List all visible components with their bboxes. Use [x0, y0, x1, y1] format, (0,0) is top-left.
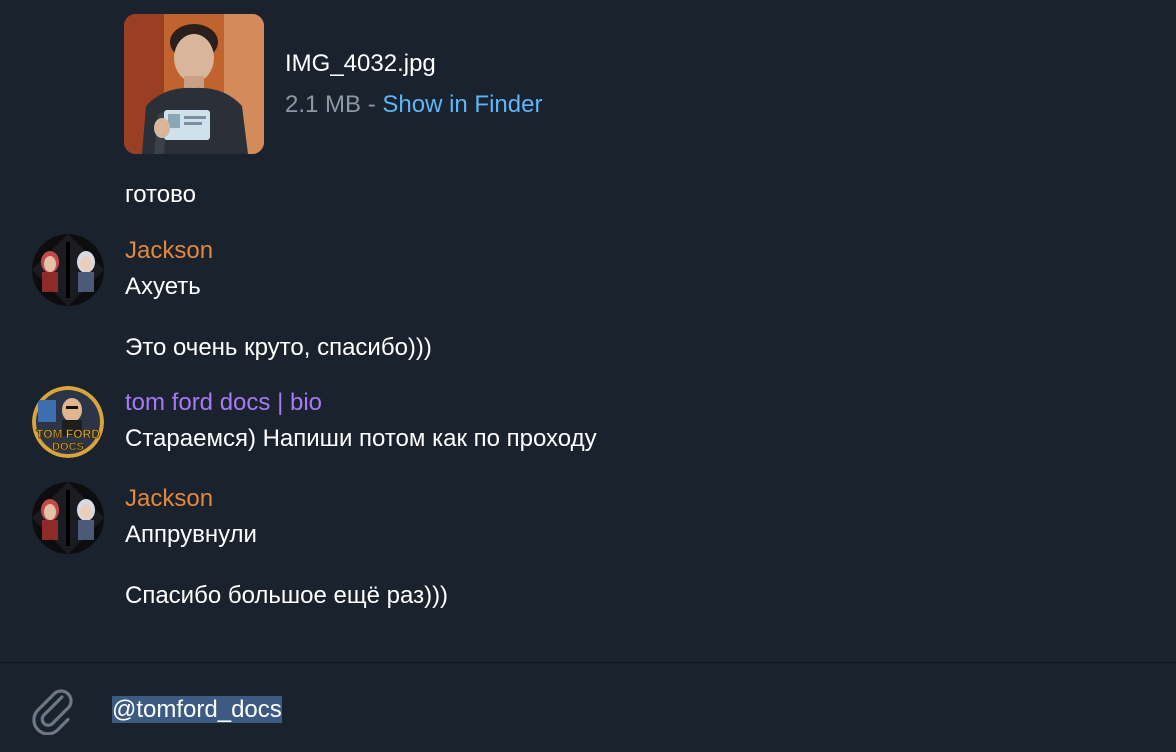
- file-meta: 2.1 MB - Show in Finder: [285, 91, 542, 119]
- file-meta-separator: -: [361, 91, 383, 118]
- message-text: Ахуеть: [125, 273, 201, 300]
- message-author[interactable]: Jackson: [125, 485, 213, 513]
- image-thumbnail[interactable]: [124, 14, 264, 154]
- message-text: Стараемся) Напиши потом как по проходу: [125, 425, 597, 452]
- message-text: Аппрувнули: [125, 521, 257, 548]
- avatar[interactable]: [32, 482, 104, 554]
- svg-text:DOCS: DOCS: [52, 441, 84, 453]
- message-author[interactable]: Jackson: [125, 237, 213, 265]
- message-author[interactable]: tom ford docs | bio: [125, 389, 322, 417]
- avatar[interactable]: TOM FORD DOCS: [32, 386, 104, 458]
- show-in-finder-link[interactable]: Show in Finder: [382, 91, 542, 118]
- message-input[interactable]: @tomford_docs: [112, 696, 282, 724]
- file-size: 2.1 MB: [285, 91, 362, 118]
- avatar[interactable]: [32, 234, 104, 306]
- chat-history: IMG_4032.jpg 2.1 MB - Show in Finder гот…: [0, 0, 1176, 662]
- selected-input-text[interactable]: @tomford_docs: [112, 696, 282, 723]
- paperclip-icon[interactable]: [28, 685, 78, 736]
- message-composer: @tomford_docs: [0, 663, 1176, 752]
- message-text: готово: [125, 181, 196, 208]
- message-text: Это очень круто, спасибо))): [125, 334, 432, 361]
- file-name: IMG_4032.jpg: [285, 50, 436, 77]
- svg-text:TOM FORD: TOM FORD: [36, 427, 100, 441]
- message-text: Спасибо большое ещё раз))): [125, 582, 449, 609]
